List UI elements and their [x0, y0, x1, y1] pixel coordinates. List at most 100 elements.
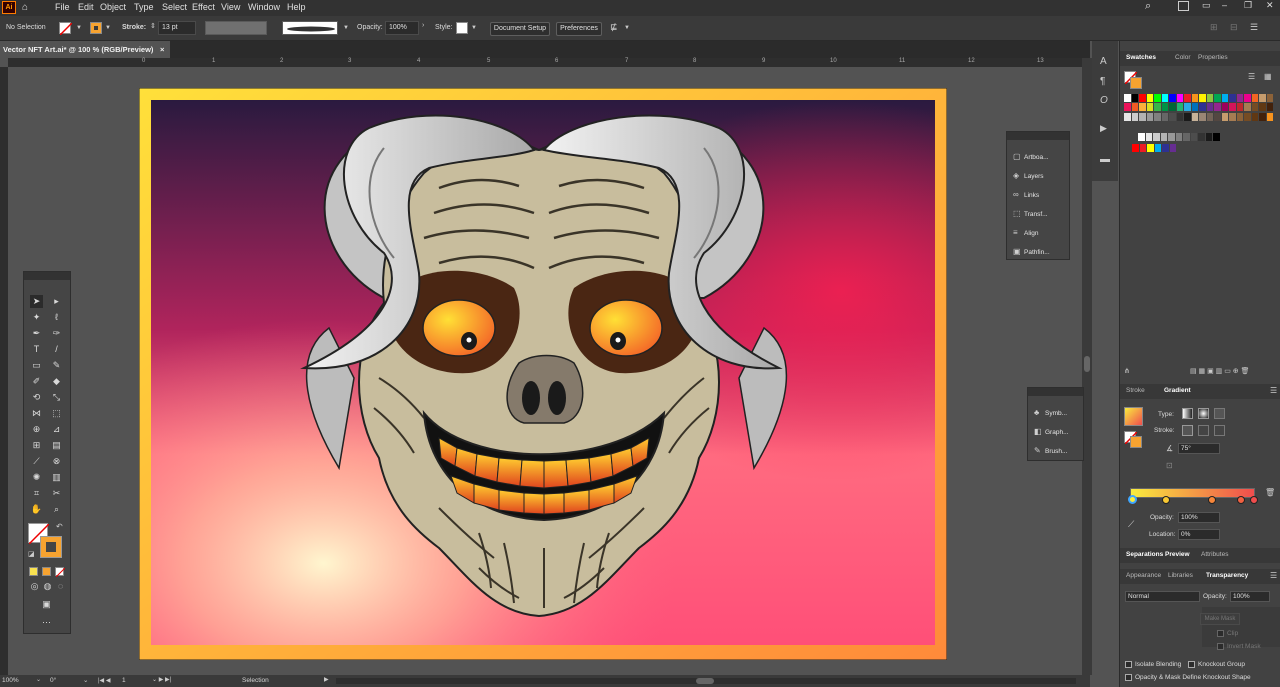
color-swatch[interactable]: [1124, 113, 1132, 121]
arrange-icon[interactable]: ⋢: [610, 22, 618, 33]
preferences-button[interactable]: Preferences: [556, 22, 602, 36]
color-swatch[interactable]: [1184, 103, 1192, 111]
tab-stroke[interactable]: Stroke: [1126, 387, 1145, 394]
close-tab-icon[interactable]: ×: [160, 41, 164, 58]
artboard-tool-icon[interactable]: ⌗: [30, 487, 43, 500]
color-swatch[interactable]: [1160, 133, 1168, 141]
color-swatch[interactable]: [1205, 133, 1213, 141]
direct-selection-tool-icon[interactable]: ▸: [50, 295, 63, 308]
width-tool-icon[interactable]: ⋈: [30, 407, 43, 420]
color-swatch[interactable]: [1124, 103, 1132, 111]
comments-icon[interactable]: ▬: [1100, 154, 1110, 165]
color-swatch[interactable]: [1221, 103, 1229, 111]
horizontal-scrollbar[interactable]: [336, 678, 1076, 684]
color-swatch[interactable]: [1131, 103, 1139, 111]
chevron-down-icon[interactable]: ▼: [76, 25, 82, 31]
stroke-along-icon[interactable]: [1198, 425, 1209, 436]
panel-item-artboards[interactable]: ▢ Artboa...: [1013, 152, 1049, 161]
color-swatch[interactable]: [1229, 113, 1237, 121]
chevron-down-icon[interactable]: ⌄: [83, 676, 88, 684]
color-swatch[interactable]: [1169, 113, 1177, 121]
arrange-documents-icon[interactable]: [1178, 1, 1189, 11]
color-swatch[interactable]: [1168, 133, 1176, 141]
rotate-view[interactable]: 0°: [50, 677, 56, 684]
control-menu-icon[interactable]: ☰: [1250, 22, 1258, 33]
menu-effect[interactable]: Effect: [192, 2, 215, 12]
color-swatch[interactable]: [1183, 133, 1191, 141]
opacity-input[interactable]: 100%: [385, 21, 419, 35]
gradient-stop-selected[interactable]: [1128, 495, 1137, 504]
stroke-within-icon[interactable]: [1182, 425, 1193, 436]
color-swatch[interactable]: [1221, 113, 1229, 121]
transparency-opacity-input[interactable]: 100%: [1230, 591, 1270, 602]
color-swatch[interactable]: [1169, 103, 1177, 111]
canvas-area[interactable]: [8, 67, 1082, 675]
artboard-number[interactable]: 1: [122, 677, 126, 684]
selection-tool-icon[interactable]: ➤: [30, 295, 43, 308]
draw-behind-icon[interactable]: ◍: [41, 580, 54, 593]
panel-item-transform[interactable]: ⬚ Transf...: [1013, 209, 1048, 218]
eyedropper-tool-icon[interactable]: ⟋: [30, 455, 43, 468]
color-swatch[interactable]: [1176, 113, 1184, 121]
fill-none-swatch[interactable]: [59, 22, 73, 36]
color-swatch[interactable]: [1251, 94, 1259, 102]
menu-view[interactable]: View: [221, 2, 240, 12]
tab-color[interactable]: Color: [1175, 54, 1191, 61]
zoom-tool-icon[interactable]: ⌕: [50, 503, 63, 516]
chevron-down-icon[interactable]: ⌄: [36, 676, 41, 683]
gradient-location-input[interactable]: 0%: [1178, 529, 1220, 540]
color-swatch[interactable]: [1199, 113, 1207, 121]
shape-builder-icon[interactable]: ⊕: [30, 423, 43, 436]
tab-libraries[interactable]: Libraries: [1168, 572, 1193, 579]
color-swatch[interactable]: [1191, 94, 1199, 102]
color-swatch[interactable]: [1161, 113, 1169, 121]
panel-item-align[interactable]: ≡ Align: [1013, 228, 1038, 237]
color-swatch[interactable]: [1131, 94, 1139, 102]
menu-window[interactable]: Window: [248, 2, 280, 12]
character-icon[interactable]: A: [1100, 56, 1107, 67]
status-menu-arrow[interactable]: ▶: [324, 676, 329, 683]
panel-header[interactable]: [1007, 132, 1069, 140]
stroke-swatch[interactable]: [90, 22, 102, 34]
isolate-blending-checkbox[interactable]: [1125, 661, 1132, 668]
chevron-down-icon[interactable]: ▼: [343, 25, 349, 31]
menu-edit[interactable]: Edit: [78, 2, 94, 12]
color-swatch[interactable]: [1266, 94, 1274, 102]
color-mode-icon[interactable]: [29, 567, 38, 576]
opentype-icon[interactable]: O: [1100, 95, 1108, 106]
gradient-stop[interactable]: [1208, 496, 1216, 504]
home-icon[interactable]: ⌂: [22, 2, 28, 13]
color-swatch[interactable]: [1199, 103, 1207, 111]
knockout-group-checkbox[interactable]: [1188, 661, 1195, 668]
tab-swatches[interactable]: Swatches: [1126, 54, 1156, 61]
brush-definition[interactable]: [282, 21, 338, 35]
color-swatch[interactable]: [1176, 94, 1184, 102]
chevron-down-icon[interactable]: ▼: [624, 25, 630, 31]
tab-transparency[interactable]: Transparency: [1206, 572, 1248, 579]
menu-object[interactable]: Object: [100, 2, 126, 12]
document-setup-button[interactable]: Document Setup: [490, 22, 550, 36]
panel-header[interactable]: [1028, 388, 1083, 396]
mesh-tool-icon[interactable]: ⊞: [30, 439, 43, 452]
panel-item-links[interactable]: ∞ Links: [1013, 190, 1039, 199]
color-swatch[interactable]: [1191, 113, 1199, 121]
color-swatch[interactable]: [1236, 113, 1244, 121]
maximize-icon[interactable]: ❐: [1244, 0, 1252, 11]
perspective-grid-icon[interactable]: ⊿: [50, 423, 63, 436]
gradient-opacity-input[interactable]: 100%: [1178, 512, 1220, 523]
vertical-scrollbar[interactable]: [1082, 58, 1092, 675]
panel-header[interactable]: [24, 272, 70, 280]
color-swatch[interactable]: [1191, 103, 1199, 111]
gradient-angle-input[interactable]: 75°: [1178, 443, 1220, 454]
color-swatch[interactable]: [1176, 103, 1184, 111]
chevron-down-icon[interactable]: ▼: [105, 25, 111, 31]
tab-separations-preview[interactable]: Separations Preview: [1126, 551, 1190, 558]
distribute-icon[interactable]: ⊟: [1230, 22, 1238, 33]
color-swatch[interactable]: [1244, 103, 1252, 111]
variable-width-profile[interactable]: [205, 21, 267, 35]
invert-mask-checkbox[interactable]: [1217, 643, 1224, 650]
swatch-library-icon[interactable]: ⋔: [1124, 367, 1130, 375]
none-mode-icon[interactable]: [55, 567, 66, 578]
tab-gradient[interactable]: Gradient: [1164, 387, 1191, 394]
list-view-icon[interactable]: ☰: [1248, 72, 1255, 81]
